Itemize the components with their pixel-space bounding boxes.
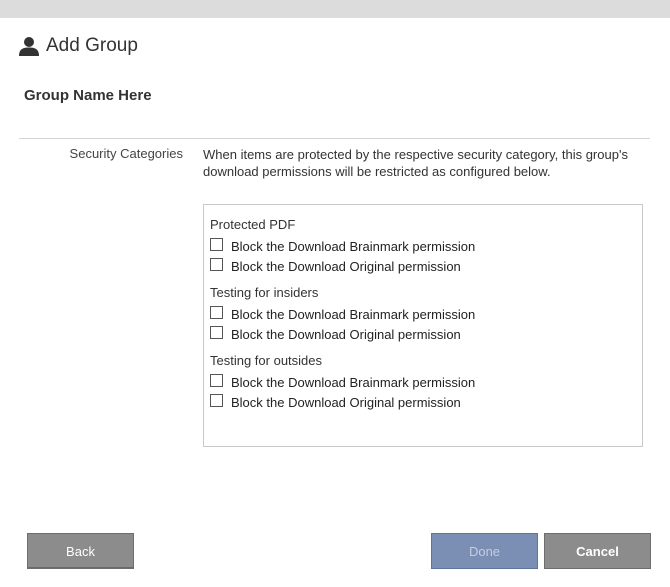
block-original-checkbox[interactable] [210,257,223,271]
divider [19,138,650,139]
category-title: Testing for insiders [210,285,319,300]
group-name-heading: Group Name Here [24,87,152,104]
category-testing-for-insiders: Testing for insiders Block the Download … [210,285,636,344]
user-icon [18,36,40,56]
permission-row[interactable]: Block the Download Brainmark permission [210,372,636,392]
block-brainmark-checkbox[interactable] [210,237,223,251]
security-categories-box: Protected PDF Block the Download Brainma… [203,204,643,447]
permission-label[interactable]: Block the Download Original permission [231,395,461,410]
permission-label[interactable]: Block the Download Brainmark permission [231,239,475,254]
permission-label[interactable]: Block the Download Original permission [231,327,461,342]
category-testing-for-outsides: Testing for outsides Block the Download … [210,353,636,412]
category-title: Testing for outsides [210,353,323,368]
block-original-checkbox[interactable] [210,325,223,339]
dialog-header: Add Group [18,35,138,57]
cancel-button[interactable]: Cancel [544,533,651,569]
permission-row[interactable]: Block the Download Original permission [210,392,636,412]
dialog-title: Add Group [46,35,138,56]
block-original-checkbox[interactable] [210,393,223,407]
back-button[interactable]: Back [27,533,134,569]
block-brainmark-checkbox[interactable] [210,305,223,319]
block-brainmark-checkbox[interactable] [210,373,223,387]
permission-row[interactable]: Block the Download Brainmark permission [210,236,636,256]
permission-row[interactable]: Block the Download Original permission [210,256,636,276]
security-description: When items are protected by the respecti… [203,147,628,179]
permission-label[interactable]: Block the Download Brainmark permission [231,375,475,390]
permission-label[interactable]: Block the Download Original permission [231,259,461,274]
category-protected-pdf: Protected PDF Block the Download Brainma… [210,217,636,276]
security-categories-label: Security Categories [69,146,183,161]
permission-label[interactable]: Block the Download Brainmark permission [231,307,475,322]
permission-row[interactable]: Block the Download Brainmark permission [210,304,636,324]
done-button[interactable]: Done [431,533,538,569]
permission-row[interactable]: Block the Download Original permission [210,324,636,344]
category-title: Protected PDF [210,217,296,232]
window-top-bar [0,0,670,18]
